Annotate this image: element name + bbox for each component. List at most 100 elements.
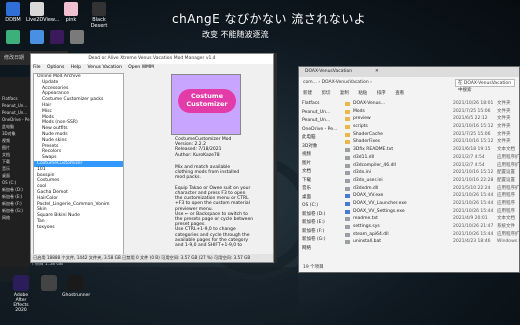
file-row[interactable]: 3Dfix README.txt 2021/6/18 19:15 文本文档 (343, 146, 519, 154)
file-row[interactable]: d3dxdm.dll 2021/5/10 22:24 应用程序扩展 (343, 185, 520, 193)
explorer-nav-item[interactable]: OneDrive - Pe... (299, 126, 341, 135)
tree-item[interactable]: toxyoes (34, 225, 123, 231)
desktop-icon-label: DDBM (5, 17, 21, 23)
desktop-icon-live2dview[interactable]: Live2DView... (26, 2, 60, 23)
explorer-nav-item[interactable]: 音乐 (299, 185, 341, 194)
file-row[interactable]: ShaderFixes 2021/10/16 15:12 文件夹 (343, 138, 519, 146)
nav-item[interactable]: 此电脑 (0, 123, 30, 130)
taskbar-after-effects[interactable]: Adobe After Effects 2020 (8, 275, 34, 313)
nav-item[interactable]: 新加卷 (D:) (0, 186, 30, 193)
file-row[interactable]: Mods 2021/7/25 15:06 文件夹 (343, 108, 519, 116)
explorer-nav-item[interactable]: 新加卷 (D:) (299, 211, 341, 220)
nav-item[interactable]: 桌面 (0, 172, 30, 179)
file-type: 应用程序 (497, 193, 515, 199)
explorer-nav-item[interactable]: 3D对象 (299, 143, 341, 152)
nav-item[interactable]: OS (C:) (0, 179, 30, 186)
explorer-nav-item[interactable]: 新加卷 (E:) (299, 219, 341, 228)
menu-file[interactable]: File (33, 64, 41, 72)
file-row[interactable]: DOAX_VV.exe 2021/10/26 15:44 应用程序 (343, 192, 519, 200)
nav-item[interactable]: 3D对象 (0, 130, 30, 137)
desktop-icon-ddbm[interactable]: DDBM (2, 2, 24, 23)
preview-title: Costume Customizer (178, 89, 236, 113)
nav-item[interactable]: 新加卷 (G:) (0, 207, 30, 214)
explorer-nav-item[interactable]: Flatfacs (299, 100, 341, 109)
toolbar-copy[interactable]: 复制 (340, 91, 349, 96)
explorer-nav-item[interactable]: 桌面 (299, 194, 341, 203)
menu-open-wmm[interactable]: Open WMM (128, 64, 154, 72)
menu-venus-vacation[interactable]: Venus Vacation (87, 64, 121, 72)
nav-item[interactable]: 文档 (0, 151, 30, 158)
file-name: DOAX_VV.exe (353, 193, 384, 199)
address-bar[interactable]: com... › DOAX-VenusVacation › 在 DOAX-Ven… (299, 77, 519, 93)
taskbar-area: Adobe After Effects 2020 Ghostrunner (0, 267, 298, 325)
file-date: 2021/6/18 19:15 (453, 147, 491, 153)
explorer-nav-item[interactable]: 图片 (299, 160, 341, 169)
file-row[interactable]: DOAX_VV_Launcher.exe 2021/10/26 15:44 应用程序 (343, 200, 519, 208)
exe-icon (345, 201, 350, 206)
search-input[interactable]: 在 DOAX-VenusVacation 中搜索 (455, 79, 515, 93)
desktop-icon-app[interactable] (26, 30, 48, 45)
nav-item[interactable]: 图片 (0, 144, 30, 151)
nav-item[interactable]: 视频 (0, 137, 30, 144)
desktop-icon-label: Live2DView... (26, 17, 60, 23)
nav-item[interactable]: 网络 (0, 214, 30, 221)
file-date: 2021/10/26 18:01 (453, 101, 494, 106)
desktop-icon-black-desert[interactable]: Black Desert (88, 2, 110, 29)
file-row[interactable]: steam_api64.dll 2021/10/26 15:44应用程序扩展 (343, 231, 520, 239)
file-row[interactable]: d3dcompiler_46.dll 2021/2/7 4:54 应用程序扩展 (343, 162, 520, 170)
toolbar-new[interactable]: 新建 (303, 91, 312, 96)
file-date: 2021/10/26 15:44 (453, 208, 494, 214)
explorer-nav-item[interactable]: OS (C:) (299, 202, 341, 211)
explorer-nav-item[interactable]: 下载 (299, 177, 341, 186)
nav-item[interactable]: 新加卷 (E:) (0, 193, 30, 200)
nav-item[interactable]: 新加卷 (F:) (0, 200, 30, 207)
taskbar-ghostrunner[interactable]: Ghostrunner (62, 275, 90, 298)
breadcrumb[interactable]: com... › DOAX-VenusVacation › (303, 80, 372, 85)
desktop-icon-vue[interactable] (2, 30, 24, 45)
explorer-tab[interactable]: DOAX-VenusVacation ✕ (299, 67, 519, 77)
desktop-icon-app-2[interactable] (66, 30, 88, 45)
menu-options[interactable]: Options (47, 64, 64, 72)
explorer-nav-item[interactable]: 此电脑 (299, 134, 341, 143)
file-row[interactable]: settings.sys 2021/10/26 21:47 系统文件 (343, 223, 519, 231)
explorer-nav-item[interactable]: 新加卷 (F:) (299, 228, 341, 237)
nav-item[interactable]: Flatfacs (0, 95, 30, 102)
tree-item[interactable]: Pastel_Lingerie_Common_Vonim (34, 202, 123, 208)
explorer-nav-item[interactable]: 视频 (299, 151, 341, 160)
explorer-nav-item[interactable]: 网络 (299, 245, 341, 254)
banner-line-2: 改变 不能随波逐流 (202, 30, 269, 39)
desktop-icon-premiere[interactable] (46, 30, 68, 45)
desktop-icon-label: Black Desert (90, 17, 108, 29)
file-row[interactable]: DOAX-Venus... 2021/10/26 18:01 文件夹 (343, 100, 519, 108)
toolbar-paste[interactable]: 粘贴 (358, 91, 367, 96)
nav-item[interactable]: Peanut_Un... (0, 109, 30, 116)
desktop-icon-pink[interactable]: pink (60, 2, 82, 23)
folder-icon (345, 140, 350, 145)
toolbar-cut[interactable]: 剪切 (321, 91, 330, 96)
file-row[interactable]: d3dx.ini 2021/10/16 15:12 配置设置 (343, 169, 519, 177)
explorer-nav-item[interactable]: Peanut_Un... (299, 117, 341, 126)
close-tab-icon[interactable]: ✕ (375, 67, 379, 77)
file-row[interactable]: DOAX_VV_Settings.exe 2021/10/26 15:44 应用程序 (343, 208, 519, 216)
nav-item[interactable]: 下载 (0, 158, 30, 165)
file-row[interactable]: uninstall.bat 2021/4/23 18:46 Windows 批处理 (343, 238, 520, 246)
explorer-nav-item[interactable]: 文档 (299, 168, 341, 177)
nav-item[interactable]: OneDrive - Pe... (0, 116, 30, 123)
nav-item[interactable]: 音乐 (0, 165, 30, 172)
toolbar-sort[interactable]: 排序 (377, 91, 386, 96)
file-row[interactable]: d3d11.dll 2021/2/7 4:54 应用程序扩展 (343, 154, 520, 162)
file-type: 文件夹 (497, 116, 511, 122)
file-row[interactable]: d3dx_user.ini 2021/10/16 22:28 配置设置 (343, 177, 519, 185)
file-icon (345, 171, 350, 176)
explorer-nav-item[interactable]: Peanut_Un... (299, 109, 341, 118)
file-date: 2021/10/26 15:44 (453, 200, 494, 206)
file-row[interactable]: readme.txt 2021/4/9 20:01 文本文档 (343, 215, 519, 223)
file-row[interactable]: ShaderCache 2021/7/25 15:06 文件夹 (343, 131, 519, 139)
explorer-nav-item[interactable]: 新加卷 (G:) (299, 236, 341, 245)
toolbar-view[interactable]: 查看 (395, 91, 404, 96)
nav-item[interactable]: Peanut_Un... (0, 102, 30, 109)
file-row[interactable]: scripts 2021/10/16 15:12 文件夹 (343, 123, 519, 131)
file-row[interactable]: preview 2021/6/5 22:12 文件夹 (343, 115, 519, 123)
taskbar-app[interactable] (36, 275, 62, 293)
menu-help[interactable]: Help (71, 64, 81, 72)
